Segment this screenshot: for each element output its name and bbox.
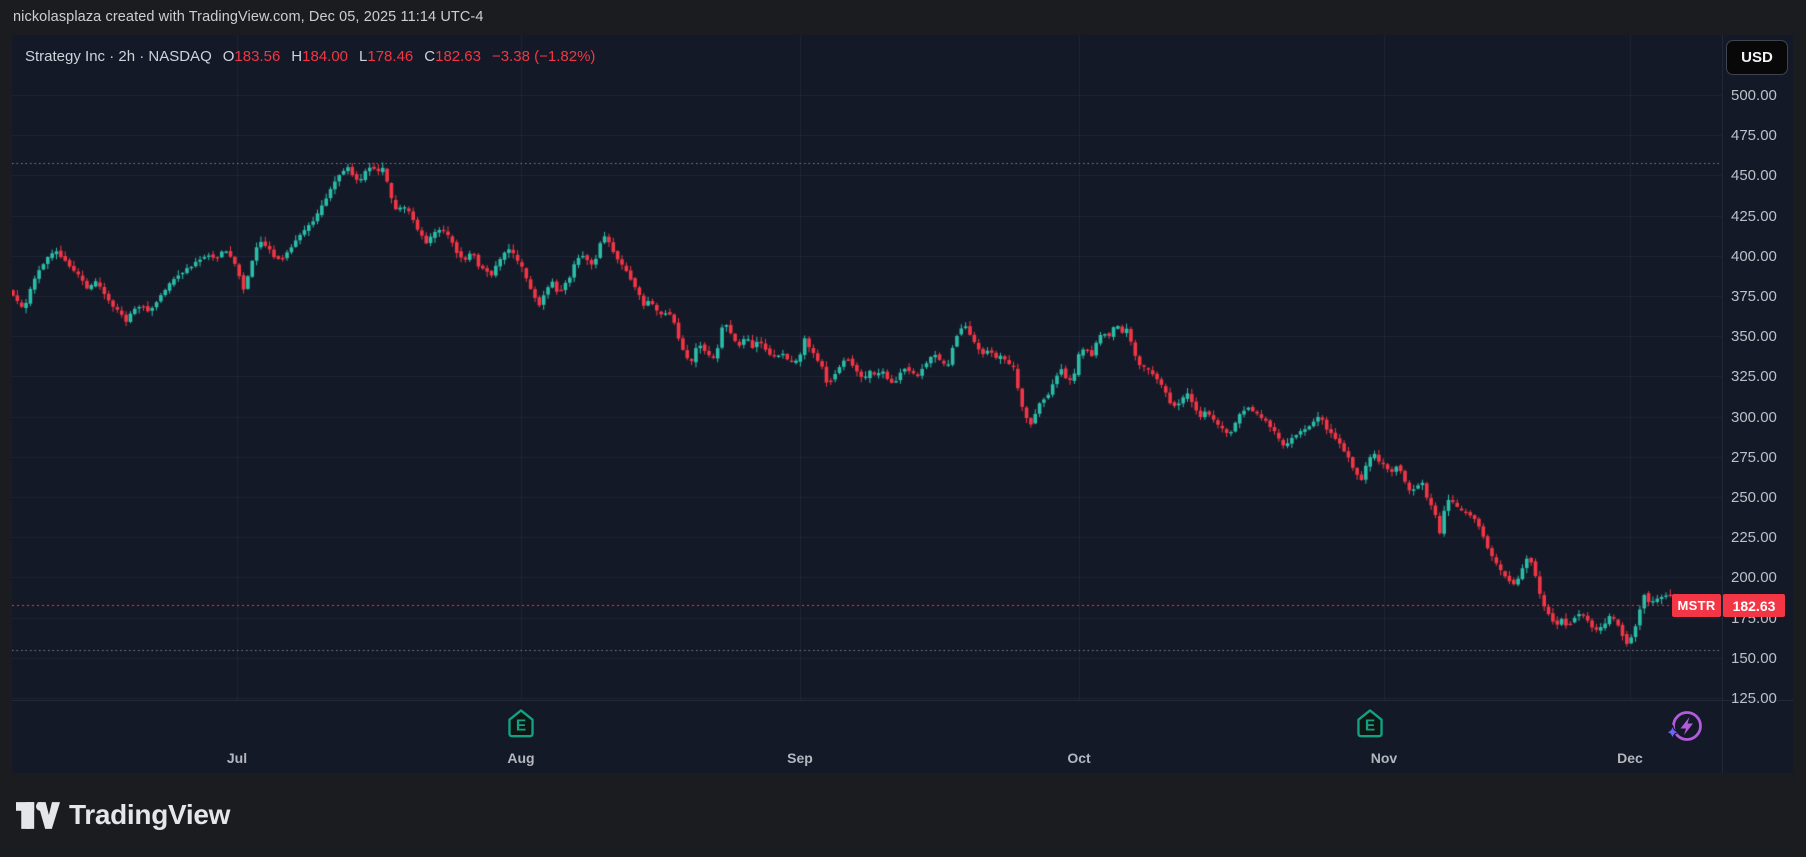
candlestick-chart[interactable] <box>12 35 1722 700</box>
price-tick-label: 475.00 <box>1731 127 1795 144</box>
svg-text:E: E <box>1365 717 1375 734</box>
price-tick-label: 225.00 <box>1731 529 1795 546</box>
watermark-text: nickolasplaza created with TradingView.c… <box>13 9 484 25</box>
footer-bar: TradingView <box>0 773 1806 857</box>
time-axis-separator <box>12 700 1793 701</box>
close-value: 182.63 <box>435 48 481 65</box>
high-value: 184.00 <box>302 48 348 65</box>
last-price-label[interactable]: 182.63 <box>1723 594 1785 617</box>
price-tick-label: 450.00 <box>1731 167 1795 184</box>
price-tick-label: 150.00 <box>1731 650 1795 667</box>
svg-text:E: E <box>516 717 526 734</box>
price-tick-label: 350.00 <box>1731 328 1795 345</box>
price-tick-label: 300.00 <box>1731 409 1795 426</box>
currency-button[interactable]: USD <box>1726 40 1788 75</box>
tradingview-logo-text: TradingView <box>69 799 230 831</box>
low-value: 178.46 <box>367 48 413 65</box>
price-tick-label: 275.00 <box>1731 449 1795 466</box>
price-axis-separator <box>1722 35 1723 773</box>
price-tick-label: 325.00 <box>1731 368 1795 385</box>
time-label-sep: Sep <box>787 750 813 766</box>
time-label-dec: Dec <box>1617 750 1643 766</box>
earnings-icon[interactable]: E <box>1355 708 1385 744</box>
change-value: −3.38 (−1.82%) <box>492 48 595 65</box>
snapshot-header: nickolasplaza created with TradingView.c… <box>0 0 1806 35</box>
price-tick-label: 500.00 <box>1731 87 1795 104</box>
price-tick-label: 400.00 <box>1731 248 1795 265</box>
time-label-oct: Oct <box>1067 750 1090 766</box>
earnings-icon[interactable]: E <box>506 708 536 744</box>
symbol-flag: MSTR <box>1672 594 1721 617</box>
open-label: O <box>223 48 235 65</box>
price-tick-label: 200.00 <box>1731 569 1795 586</box>
tradingview-logo-icon <box>16 802 60 829</box>
close-label: C <box>424 48 435 65</box>
chart-widget: Strategy Inc · 2h · NASDAQ O183.56 H184.00… <box>12 35 1793 773</box>
time-label-aug: Aug <box>507 750 534 766</box>
time-label-jul: Jul <box>227 750 247 766</box>
chart-legend: Strategy Inc · 2h · NASDAQ O183.56 H184.00… <box>25 48 595 65</box>
price-tick-label: 125.00 <box>1731 690 1795 707</box>
open-value: 183.56 <box>234 48 280 65</box>
high-label: H <box>291 48 302 65</box>
price-tick-label: 250.00 <box>1731 489 1795 506</box>
price-tick-label: 425.00 <box>1731 208 1795 225</box>
tradingview-logo[interactable]: TradingView <box>16 799 230 831</box>
boost-icon[interactable] <box>1663 707 1705 752</box>
time-label-nov: Nov <box>1371 750 1397 766</box>
symbol-title[interactable]: Strategy Inc · 2h · NASDAQ <box>25 48 212 65</box>
price-tick-label: 375.00 <box>1731 288 1795 305</box>
